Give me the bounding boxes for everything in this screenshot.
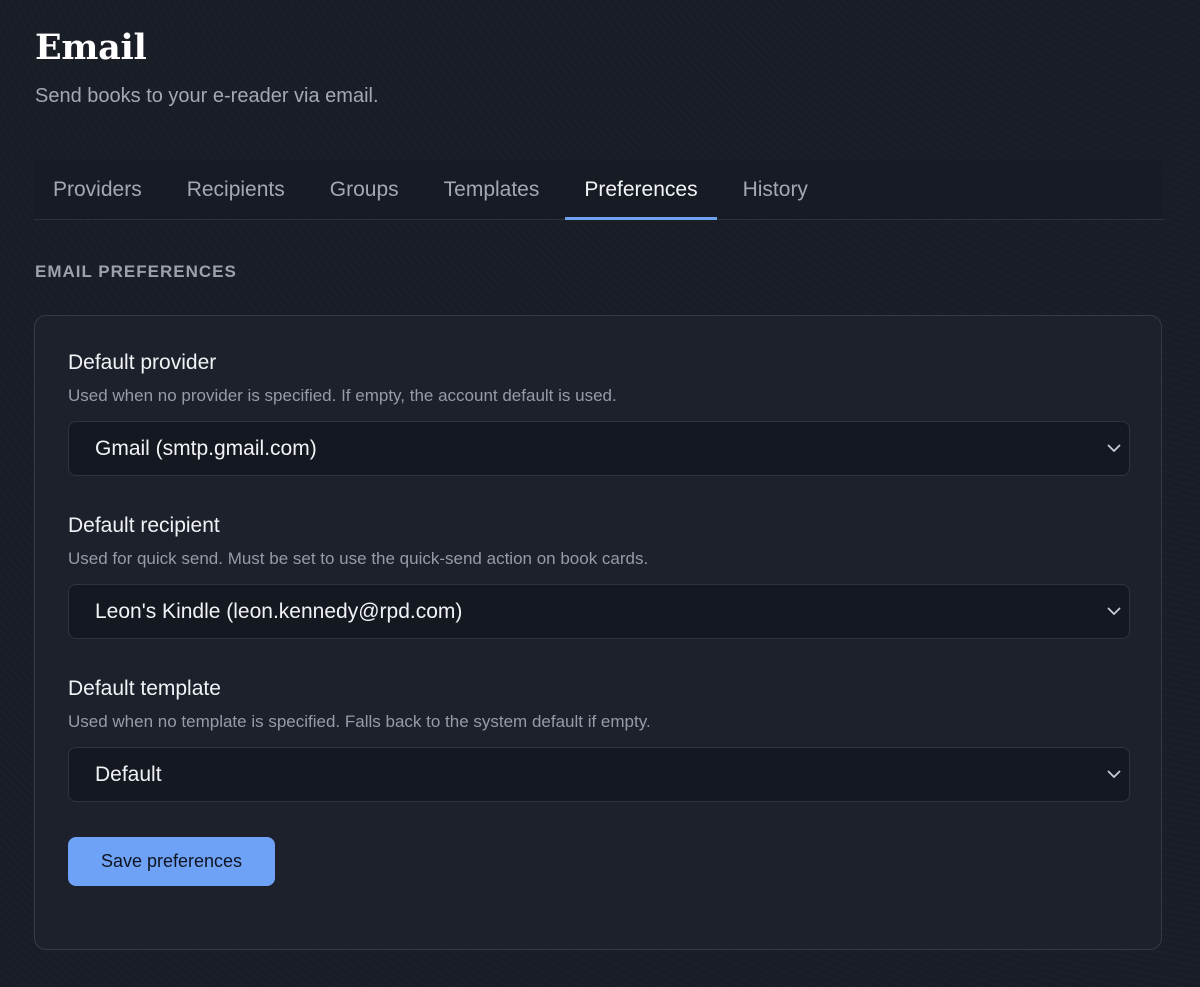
chevron-down-icon bbox=[1105, 766, 1123, 784]
default-provider-label: Default provider bbox=[68, 351, 217, 374]
default-recipient-field: Default recipient Used for quick send. M… bbox=[68, 514, 1130, 639]
default-recipient-label: Default recipient bbox=[68, 514, 220, 537]
tab-recipients[interactable]: Recipients bbox=[168, 160, 304, 219]
default-template-label: Default template bbox=[68, 677, 221, 700]
default-provider-field: Default provider Used when no provider i… bbox=[68, 351, 1130, 476]
default-provider-help: Used when no provider is specified. If e… bbox=[68, 386, 617, 405]
default-recipient-help: Used for quick send. Must be set to use … bbox=[68, 549, 649, 568]
preferences-card: Default provider Used when no provider i… bbox=[34, 315, 1162, 950]
default-provider-select[interactable]: Gmail (smtp.gmail.com) bbox=[68, 421, 1130, 476]
tab-groups[interactable]: Groups bbox=[311, 160, 418, 219]
default-recipient-value: Leon's Kindle (leon.kennedy@rpd.com) bbox=[95, 599, 463, 623]
save-preferences-button[interactable]: Save preferences bbox=[68, 837, 275, 886]
page-subtitle: Send books to your e-reader via email. bbox=[35, 85, 379, 107]
default-template-field: Default template Used when no template i… bbox=[68, 677, 1130, 802]
tab-preferences[interactable]: Preferences bbox=[565, 160, 717, 220]
default-recipient-select[interactable]: Leon's Kindle (leon.kennedy@rpd.com) bbox=[68, 584, 1130, 639]
default-template-select[interactable]: Default bbox=[68, 747, 1130, 802]
tab-templates[interactable]: Templates bbox=[425, 160, 559, 219]
chevron-down-icon bbox=[1105, 440, 1123, 458]
tab-bar: Providers Recipients Groups Templates Pr… bbox=[34, 160, 1163, 220]
page-title: Email bbox=[35, 27, 147, 68]
tab-providers[interactable]: Providers bbox=[34, 160, 161, 219]
default-template-value: Default bbox=[95, 762, 162, 786]
chevron-down-icon bbox=[1105, 603, 1123, 621]
section-heading: EMAIL PREFERENCES bbox=[35, 262, 237, 281]
tab-history[interactable]: History bbox=[724, 160, 827, 219]
default-provider-value: Gmail (smtp.gmail.com) bbox=[95, 436, 317, 460]
default-template-help: Used when no template is specified. Fall… bbox=[68, 712, 651, 731]
